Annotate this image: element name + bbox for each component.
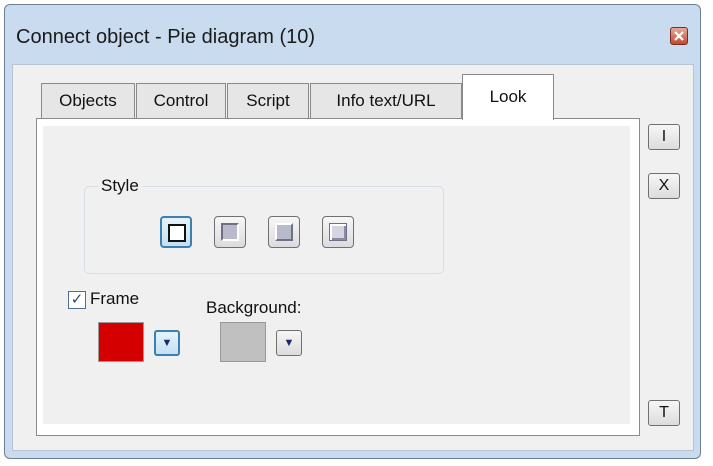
tab-label: Look [489,87,527,106]
ok-button[interactable]: I [648,124,680,150]
dropdown-arrow-icon: ▼ [283,337,295,349]
tab-script[interactable]: Script [227,83,309,118]
style-sunken-button[interactable] [214,216,246,248]
close-button[interactable] [670,27,688,45]
dropdown-arrow-icon: ▼ [161,337,173,349]
help-button[interactable]: T [648,400,680,426]
sunken-frame-icon [221,223,239,241]
background-color-swatch[interactable] [220,322,266,362]
background-color-dropdown-button[interactable]: ▼ [276,330,302,356]
tab-control[interactable]: Control [136,83,226,118]
embossed-frame-icon [329,223,347,241]
close-icon [674,31,684,41]
cancel-button[interactable]: X [648,173,680,199]
tab-objects[interactable]: Objects [41,83,135,118]
style-flat-button[interactable] [160,216,192,248]
style-group [84,186,444,274]
background-label: Background: [206,298,302,317]
tab-label: Info text/URL [336,91,436,110]
tab-label: Objects [59,91,117,110]
frame-label: Frame [90,289,140,308]
style-raised-button[interactable] [268,216,300,248]
frame-color-swatch[interactable] [98,322,144,362]
flat-frame-icon [168,224,186,242]
tab-label: Control [153,91,209,110]
style-embossed-button[interactable] [322,216,354,248]
tab-label: Script [246,91,290,110]
style-group-label: Style [98,176,142,196]
raised-frame-icon [275,223,293,241]
window-title: Connect object - Pie diagram (10) [16,26,316,48]
tab-info-text-url[interactable]: Info text/URL [310,83,462,118]
frame-checkbox[interactable]: ✓ [68,291,86,309]
look-tab-content [43,126,630,424]
tab-look[interactable]: Look [462,74,554,120]
frame-color-dropdown-button[interactable]: ▼ [154,330,180,356]
